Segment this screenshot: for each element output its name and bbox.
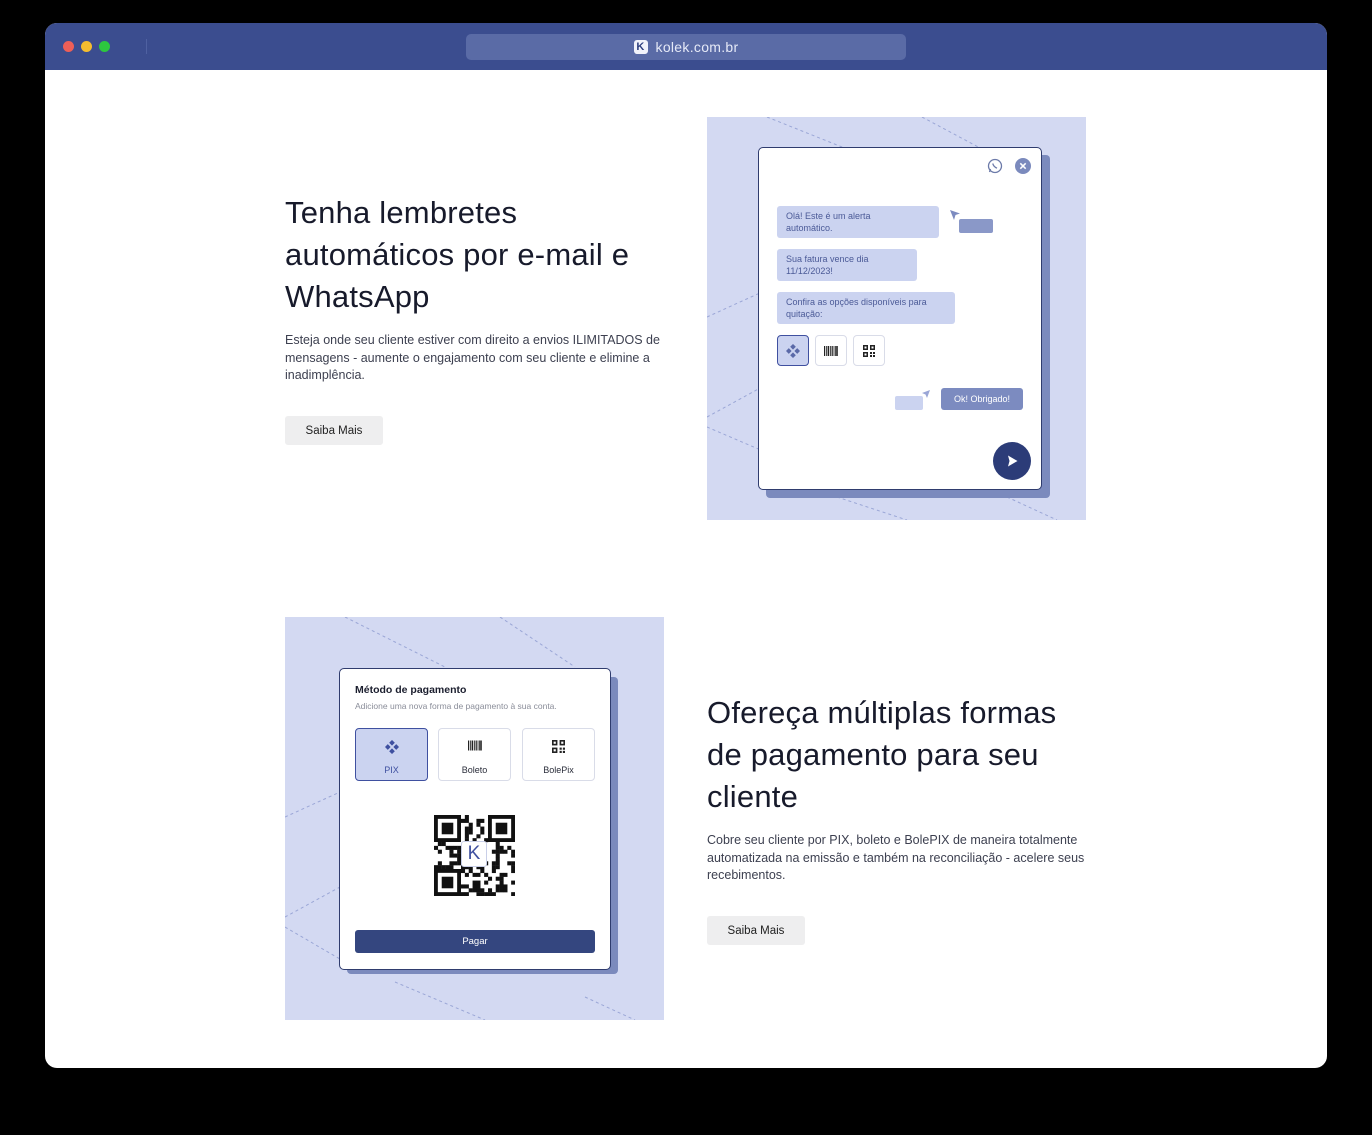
payment-illustration: Método de pagamento Adicione uma nova fo… [285, 617, 664, 1020]
heading-line: WhatsApp [285, 279, 430, 314]
send-icon [1008, 455, 1018, 467]
section-whatsapp-description: Esteja onde seu cliente estiver com dire… [285, 332, 660, 385]
heading-line: Tenha lembretes [285, 195, 518, 230]
heading-line: cliente [707, 779, 799, 814]
address-bar-url: kolek.com.br [655, 39, 739, 55]
method-boleto[interactable]: Boleto [438, 728, 511, 781]
pix-qr-code: K [434, 815, 516, 901]
pagar-button[interactable]: Pagar [355, 930, 595, 953]
method-bolepix[interactable]: BolePix [522, 728, 595, 781]
bubble-line: Sua fatura vence dia [786, 254, 869, 264]
bubble-line: 11/12/2023! [786, 265, 833, 276]
heading-line: Ofereça múltiplas formas [707, 695, 1057, 730]
qr-icon [552, 740, 565, 753]
chat-reply-bubble: Ok! Obrigado! [941, 388, 1023, 410]
chat-bubble-alert: Olá! Este é um alerta automático. [777, 206, 939, 238]
qr-icon [863, 344, 875, 357]
section-payment-description: Cobre seu cliente por PIX, boleto e Bole… [707, 832, 1084, 885]
send-button[interactable] [993, 442, 1031, 480]
method-label: PIX [384, 765, 399, 775]
titlebar-divider [146, 39, 147, 54]
chat-illustration: Olá! Este é um alerta automático. Sua fa… [707, 117, 1086, 520]
saiba-mais-button-payment[interactable]: Saiba Mais [707, 916, 805, 945]
close-window-button[interactable] [63, 41, 74, 52]
bubble-line: Olá! Este é um alerta [786, 211, 871, 221]
chat-bubble-due-date: Sua fatura vence dia 11/12/2023! [777, 249, 917, 281]
description-line: mensagens - aumente o engajamento com se… [285, 350, 650, 365]
payment-card: Método de pagamento Adicione uma nova fo… [339, 668, 611, 970]
browser-window: K kolek.com.br Tenha lembretes automátic… [45, 23, 1327, 1068]
payment-method-subtitle: Adicione uma nova forma de pagamento à s… [355, 701, 557, 711]
description-line: Cobre seu cliente por PIX, boleto e Bole… [707, 833, 1078, 847]
heading-line: automáticos por e-mail e [285, 237, 630, 272]
description-line: inadimplência. [285, 368, 365, 382]
chat-card: Olá! Este é um alerta automático. Sua fa… [758, 147, 1042, 490]
typing-placeholder [959, 219, 993, 233]
bubble-line: Confira as opções disponíveis para [786, 297, 927, 307]
chat-boleto-option[interactable] [815, 335, 847, 366]
maximize-window-button[interactable] [99, 41, 110, 52]
site-favicon-icon: K [633, 40, 648, 54]
chat-bubble-options: Confira as opções disponíveis para quita… [777, 292, 955, 324]
description-line: Esteja onde seu cliente estiver com dire… [285, 333, 660, 347]
address-bar[interactable]: K kolek.com.br [466, 34, 906, 60]
chat-qr-option[interactable] [853, 335, 885, 366]
reply-typing-placeholder [895, 396, 923, 410]
whatsapp-icon [987, 158, 1003, 174]
saiba-mais-button-whatsapp[interactable]: Saiba Mais [285, 416, 383, 445]
close-icon[interactable] [1015, 158, 1031, 174]
barcode-icon [467, 740, 482, 751]
chat-pix-option[interactable] [777, 335, 809, 366]
method-pix[interactable]: PIX [355, 728, 428, 781]
barcode-icon [824, 345, 838, 356]
bubble-line: quitação: [786, 308, 823, 319]
method-label: Boleto [461, 765, 488, 775]
pix-icon [384, 740, 399, 754]
payment-method-title: Método de pagamento [355, 684, 467, 696]
heading-line: de pagamento para seu [707, 737, 1039, 772]
description-line: recebimentos. [707, 868, 786, 882]
bubble-line: automático. [786, 222, 833, 233]
method-label: BolePix [543, 765, 574, 775]
pix-icon [786, 343, 800, 358]
browser-titlebar: K kolek.com.br [45, 23, 1327, 70]
qr-logo: K [461, 841, 487, 867]
section-payment-heading: Ofereça múltiplas formas de pagamento pa… [707, 692, 1056, 818]
minimize-window-button[interactable] [81, 41, 92, 52]
description-line: automatizada na emissão e também na reco… [707, 850, 1085, 865]
section-whatsapp-heading: Tenha lembretes automáticos por e-mail e… [285, 192, 629, 318]
